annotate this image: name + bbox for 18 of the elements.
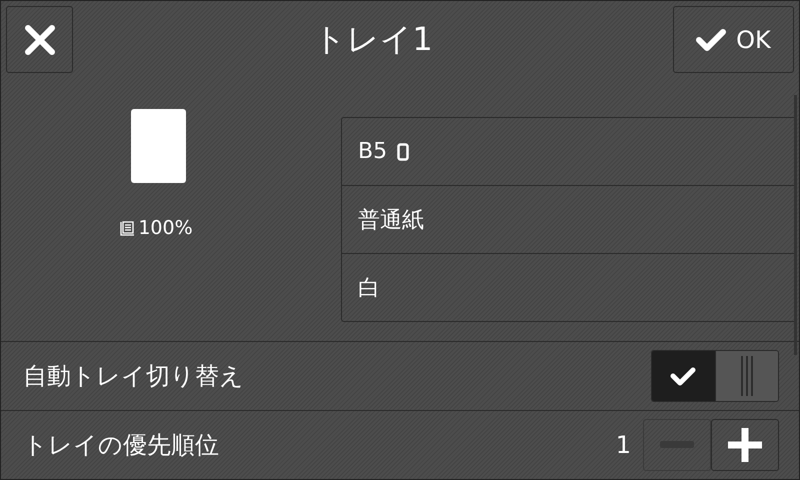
close-button[interactable] (6, 6, 73, 73)
check-icon (670, 366, 696, 386)
increase-button[interactable] (711, 419, 779, 471)
toggle-switch[interactable] (651, 350, 779, 402)
priority-label: トレイの優先順位 (23, 430, 220, 461)
check-icon (696, 28, 726, 52)
paper-level-text: 100% (138, 217, 193, 239)
paper-icon (130, 109, 186, 183)
window-title: トレイ1 (313, 18, 433, 60)
close-icon (24, 24, 56, 56)
paper-stack-icon (119, 220, 136, 236)
setting-item[interactable]: 白 (342, 254, 797, 321)
auto-switch-label: 自動トレイ切り替え (23, 361, 245, 392)
portrait-orientation-icon (397, 142, 410, 160)
ok-button[interactable]: OK (672, 6, 794, 73)
priority-value: 1 (616, 431, 631, 459)
grip-icon (740, 356, 754, 396)
plus-icon (728, 428, 762, 462)
